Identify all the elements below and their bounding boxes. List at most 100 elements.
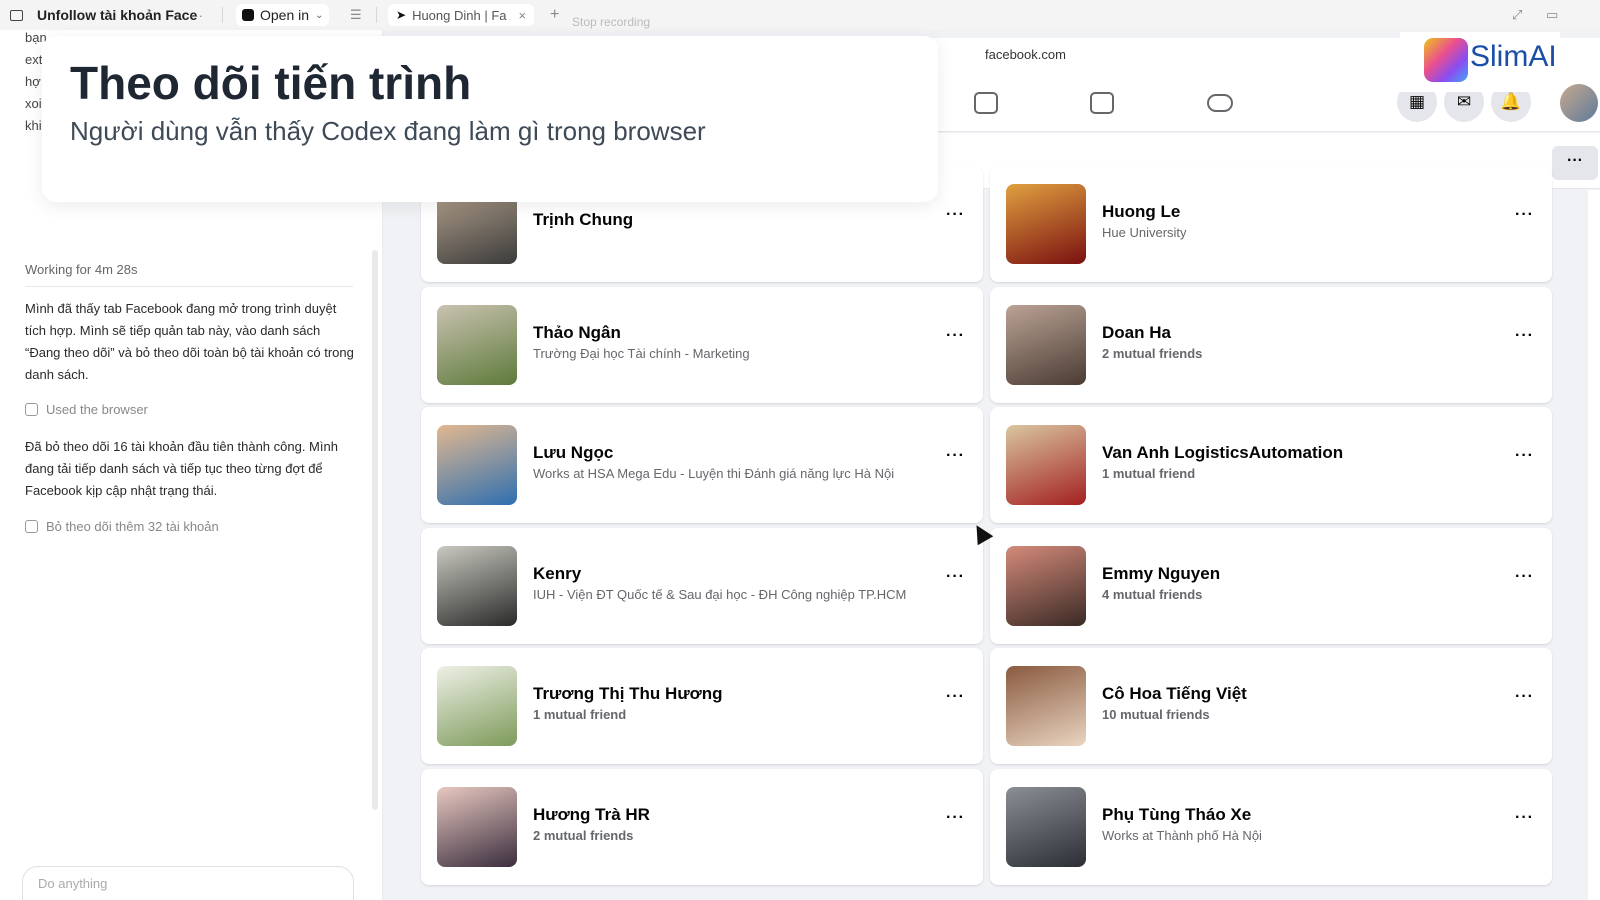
following-card[interactable]: Hương Trà HR 2 mutual friends ··· <box>421 769 983 885</box>
scrollbar[interactable] <box>372 250 378 810</box>
following-card[interactable]: Thảo Ngân Trường Đại học Tài chính - Mark… <box>421 287 983 403</box>
add-tab-icon[interactable]: + <box>550 4 559 26</box>
app-icon <box>242 9 254 21</box>
profile-name[interactable]: Hương Trà HR <box>533 805 650 825</box>
browser-tab-title: Huong Dinh | Fa <box>412 7 507 23</box>
profile-photo[interactable] <box>1006 305 1086 385</box>
more-icon[interactable]: ··· <box>1515 809 1534 827</box>
following-card[interactable]: Emmy Nguyen 4 mutual friends ··· <box>990 528 1552 644</box>
profile-photo[interactable] <box>437 546 517 626</box>
profile-name[interactable]: Kenry <box>533 564 581 584</box>
working-status[interactable]: Working for 4m 28s <box>25 262 137 277</box>
used-browser-step[interactable]: Used the browser <box>25 402 148 417</box>
task-step[interactable]: Bỏ theo dõi thêm 32 tài khoản <box>25 519 219 534</box>
url-text[interactable]: facebook.com <box>985 47 1066 62</box>
sidebar-toggle-icon[interactable] <box>10 9 23 21</box>
profile-name[interactable]: Van Anh LogisticsAutomation <box>1102 443 1343 463</box>
close-icon[interactable]: × <box>519 8 527 23</box>
more-icon[interactable]: ··· <box>1515 327 1534 345</box>
more-icon[interactable]: ··· <box>946 688 965 706</box>
profile-subtitle: IUH - Viện ĐT Quốc tế & Sau đại học - ĐH… <box>533 587 907 602</box>
profile-subtitle: Trường Đại học Tài chính - Marketing <box>533 346 750 361</box>
more-icon[interactable]: ··· <box>1515 568 1534 586</box>
more-icon[interactable]: ··· <box>946 447 965 465</box>
top-bar: Unfollow tài khoản Face ··· Open in ⌄ ☰ … <box>0 0 1600 30</box>
slimai-logo-icon <box>1424 38 1468 82</box>
more-icon[interactable]: ··· <box>1515 206 1534 224</box>
more-icon[interactable]: ··· <box>1515 688 1534 706</box>
profile-avatar[interactable] <box>1560 84 1598 122</box>
profile-name[interactable]: Cô Hoa Tiếng Việt <box>1102 684 1247 704</box>
task-label: Bỏ theo dõi thêm 32 tài khoản <box>46 519 219 534</box>
background-text: xoi <box>25 96 42 111</box>
following-card[interactable]: Phụ Tùng Tháo Xe Works at Thành phố Hà Nộ… <box>990 769 1552 885</box>
chevron-down-icon: ⌄ <box>315 9 324 21</box>
task-icon <box>25 520 38 533</box>
browser-icon <box>25 403 38 416</box>
background-text: khi <box>25 118 42 133</box>
profile-name[interactable]: Doan Ha <box>1102 323 1171 343</box>
profile-subtitle: 4 mutual friends <box>1102 587 1203 602</box>
slimai-logo-text: SlimAI <box>1470 40 1557 73</box>
profile-name[interactable]: Trịnh Chung <box>533 210 633 230</box>
browser-tab[interactable]: ➤ Huong Dinh | Fa × <box>388 4 535 26</box>
stats-icon[interactable] <box>974 92 998 114</box>
following-card[interactable]: Lưu Ngọc Works at HSA Mega Edu - Luyện th… <box>421 407 983 523</box>
divider <box>25 286 353 287</box>
more-options-button[interactable]: ··· <box>1552 146 1598 180</box>
window-icon[interactable]: ▭ <box>1546 4 1558 26</box>
more-icon[interactable]: ··· <box>946 206 965 224</box>
profile-photo[interactable] <box>437 305 517 385</box>
following-card[interactable]: Doan Ha 2 mutual friends ··· <box>990 287 1552 403</box>
profile-photo[interactable] <box>437 425 517 505</box>
profile-photo[interactable] <box>437 666 517 746</box>
expand-icon[interactable]: ⤢ <box>1512 4 1522 26</box>
more-icon[interactable]: ··· <box>946 568 965 586</box>
overlay-subtitle: Người dùng vẫn thấy Codex đang làm gì tr… <box>70 116 706 146</box>
profile-photo[interactable] <box>1006 546 1086 626</box>
overlay-title: Theo dõi tiến trình <box>70 57 472 109</box>
assistant-message: Đã bỏ theo dõi 16 tài khoản đầu tiên thà… <box>25 439 338 498</box>
following-card[interactable]: Cô Hoa Tiếng Việt 10 mutual friends ··· <box>990 648 1552 764</box>
gaming-icon[interactable] <box>1207 94 1233 112</box>
thread-title: Unfollow tài khoản Face <box>37 7 198 23</box>
cursor-favicon-icon: ➤ <box>396 8 407 22</box>
profile-photo[interactable] <box>437 787 517 867</box>
profile-name[interactable]: Thảo Ngân <box>533 323 621 343</box>
more-icon[interactable]: ··· <box>946 327 965 345</box>
page-edge <box>1588 190 1600 900</box>
profile-photo[interactable] <box>1006 787 1086 867</box>
profile-photo[interactable] <box>1006 666 1086 746</box>
profile-name[interactable]: Lưu Ngọc <box>533 443 613 463</box>
profile-name[interactable]: Huong Le <box>1102 202 1180 222</box>
profile-subtitle: 10 mutual friends <box>1102 707 1210 722</box>
background-text: ext <box>25 52 43 67</box>
profile-name[interactable]: Trương Thị Thu Hương <box>533 684 722 704</box>
more-icon[interactable]: ··· <box>1515 447 1534 465</box>
profile-subtitle: Works at HSA Mega Edu - Luyện thi Đánh g… <box>533 466 895 481</box>
background-text: hợ <box>25 74 41 89</box>
profile-subtitle: 2 mutual friends <box>1102 346 1203 361</box>
thread-tab[interactable]: Unfollow tài khoản Face <box>10 4 197 26</box>
profile-photo[interactable] <box>1006 184 1086 264</box>
profile-subtitle: 1 mutual friend <box>533 707 627 722</box>
divider <box>222 7 223 23</box>
following-card[interactable]: Van Anh LogisticsAutomation 1 mutual frie… <box>990 407 1552 523</box>
more-icon[interactable]: ··· <box>190 4 203 26</box>
following-card[interactable]: Trương Thị Thu Hương 1 mutual friend ··· <box>421 648 983 764</box>
composer-placeholder: Do anything <box>38 876 108 891</box>
used-browser-label: Used the browser <box>46 402 148 417</box>
list-icon[interactable]: ☰ <box>350 4 362 26</box>
following-card[interactable]: Kenry IUH - Viện ĐT Quốc tế & Sau đại học… <box>421 528 983 644</box>
profile-photo[interactable] <box>1006 425 1086 505</box>
following-card[interactable]: Huong Le Hue University ··· <box>990 166 1552 282</box>
divider <box>376 7 377 23</box>
marketplace-icon[interactable] <box>1090 92 1114 114</box>
profile-subtitle: Works at Thành phố Hà Nội <box>1102 828 1262 843</box>
more-icon[interactable]: ··· <box>946 809 965 827</box>
open-in-button[interactable]: Open in ⌄ <box>236 4 330 26</box>
profile-name[interactable]: Phụ Tùng Tháo Xe <box>1102 805 1251 825</box>
profile-subtitle: Hue University <box>1102 225 1187 240</box>
stop-recording-button[interactable]: Stop recording <box>572 15 650 29</box>
profile-name[interactable]: Emmy Nguyen <box>1102 564 1220 584</box>
